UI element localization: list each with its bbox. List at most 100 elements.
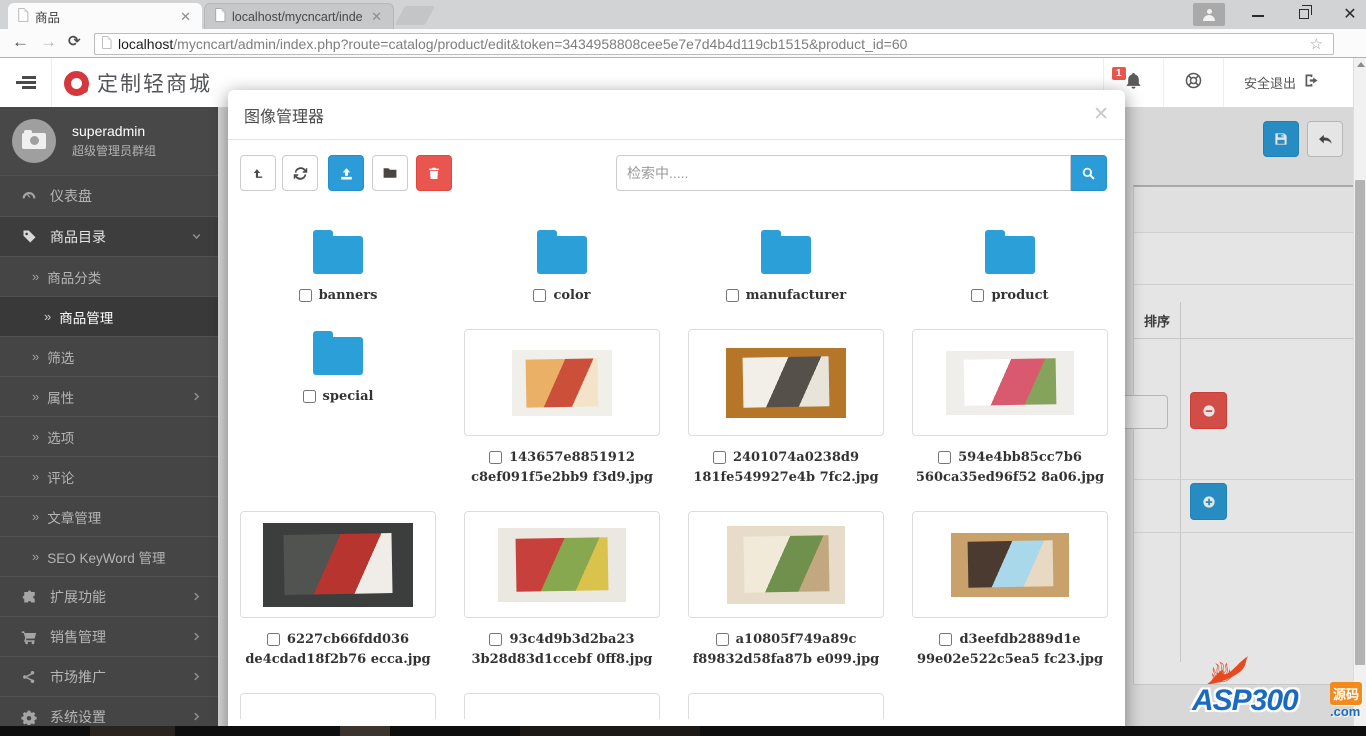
- window-close-button[interactable]: ✕: [1340, 4, 1360, 24]
- sidebar-item-label: 商品管理: [59, 307, 113, 327]
- sidebar: superadmin 超级管理员群组 仪表盘商品目录»商品分类»商品管理»筛选»…: [0, 107, 218, 728]
- back-icon[interactable]: ←: [12, 32, 29, 52]
- sidebar-item-categories[interactable]: »商品分类: [0, 256, 218, 296]
- new-tab-button[interactable]: [395, 6, 435, 25]
- search-input[interactable]: [616, 155, 1071, 191]
- folder-item-special[interactable]: special: [240, 329, 436, 404]
- bookmark-star-icon[interactable]: ☆: [1310, 35, 1323, 53]
- sidebar-item-filters[interactable]: »筛选: [0, 336, 218, 376]
- image-checkbox[interactable]: [489, 451, 502, 464]
- scrollbar-thumb[interactable]: [1355, 180, 1365, 665]
- sidebar-item-attributes[interactable]: »属性: [0, 376, 218, 416]
- folder-checkbox[interactable]: [726, 289, 739, 302]
- modal-close-icon[interactable]: ✕: [1093, 103, 1109, 126]
- image-thumbnail[interactable]: [912, 511, 1108, 618]
- sign-out-icon: [1303, 72, 1320, 94]
- logout-button[interactable]: 安全退出: [1224, 58, 1340, 107]
- url-host: localhost: [118, 36, 173, 52]
- image-item-partial[interactable]: [688, 693, 884, 719]
- forward-icon[interactable]: →: [40, 32, 57, 52]
- image-checkbox[interactable]: [938, 451, 951, 464]
- sidebar-item-marketing[interactable]: 市场推广: [0, 656, 218, 696]
- search-button[interactable]: [1071, 155, 1107, 191]
- folder-item-color[interactable]: color: [464, 228, 660, 303]
- window-maximize-button[interactable]: [1294, 6, 1314, 22]
- image-filename-line1: 2401074a0238d9: [733, 450, 859, 465]
- upload-button[interactable]: [328, 155, 364, 191]
- life-ring-icon: [1184, 71, 1203, 95]
- bell-icon: [1124, 71, 1143, 95]
- sidebar-item-options[interactable]: »选项: [0, 416, 218, 456]
- chevron-right-icon: [191, 629, 202, 645]
- thumbnail-photo: [727, 526, 845, 604]
- folder-item-banners[interactable]: banners: [240, 228, 436, 303]
- image-item[interactable]: 2401074a0238d9181fe549927e4b 7fc2.jpg: [688, 329, 884, 485]
- page-scrollbar[interactable]: [1353, 58, 1366, 736]
- file-grid: banners color manufacturer product special 14…: [240, 228, 1108, 719]
- notification-badge: 1: [1112, 67, 1126, 80]
- refresh-button[interactable]: [282, 155, 318, 191]
- window-minimize-button[interactable]: [1248, 6, 1268, 22]
- new-folder-button[interactable]: [372, 155, 408, 191]
- sidebar-item-products[interactable]: »商品管理: [0, 296, 218, 336]
- watermark-suffix: .com: [1330, 704, 1360, 719]
- image-item[interactable]: 143657e8851912c8ef091f5e2bb9 f3d9.jpg: [464, 329, 660, 485]
- user-name: superadmin: [72, 123, 156, 139]
- image-thumbnail[interactable]: [688, 511, 884, 618]
- url-field[interactable]: localhost/mycncart/admin/index.php?route…: [94, 33, 1334, 55]
- image-thumbnail[interactable]: [464, 511, 660, 618]
- scrollbar-up-icon[interactable]: [1357, 62, 1365, 67]
- sidebar-item-catalog[interactable]: 商品目录: [0, 216, 218, 256]
- image-filename-line1: 594e4bb85cc7b6: [958, 450, 1082, 465]
- parent-directory-button[interactable]: [240, 155, 276, 191]
- browser-profile-icon[interactable]: [1193, 3, 1225, 26]
- folder-checkbox[interactable]: [533, 289, 546, 302]
- browser-tab-inactive[interactable]: localhost/mycncart/inde ✕: [204, 3, 394, 29]
- sidebar-item-articles[interactable]: »文章管理: [0, 496, 218, 536]
- tab-close-icon[interactable]: ✕: [369, 9, 384, 24]
- folder-name: manufacturer: [746, 288, 846, 303]
- image-item[interactable]: 6227cb66fdd036de4cdad18f2b76 ecca.jpg: [240, 511, 436, 667]
- brand-logo[interactable]: 定制轻商城: [64, 66, 212, 100]
- image-checkbox[interactable]: [716, 633, 729, 646]
- reload-icon[interactable]: ⟳: [68, 32, 81, 50]
- folder-item-manufacturer[interactable]: manufacturer: [688, 228, 884, 303]
- image-checkbox[interactable]: [713, 451, 726, 464]
- image-item[interactable]: 93c4d9b3d2ba233b28d83d1ccebf 0ff8.jpg: [464, 511, 660, 667]
- folder-icon: [761, 236, 811, 274]
- sidebar-item-label: 筛选: [47, 347, 74, 367]
- user-panel: superadmin 超级管理员群组: [0, 107, 218, 176]
- image-thumbnail[interactable]: [688, 329, 884, 436]
- image-item[interactable]: 594e4bb85cc7b6560ca35ed96f52 8a06.jpg: [912, 329, 1108, 485]
- sidebar-item-sales[interactable]: 销售管理: [0, 616, 218, 656]
- folder-checkbox[interactable]: [971, 289, 984, 302]
- image-item-partial[interactable]: [464, 693, 660, 719]
- brand-logo-icon: [64, 71, 89, 96]
- image-filename-line1: 93c4d9b3d2ba23: [509, 632, 634, 647]
- folder-item-product[interactable]: product: [912, 228, 1108, 303]
- browser-tab-active[interactable]: 商品 ✕: [8, 3, 202, 29]
- sidebar-item-extensions[interactable]: 扩展功能: [0, 576, 218, 616]
- sidebar-toggle-button[interactable]: [0, 58, 52, 107]
- help-button[interactable]: [1164, 58, 1223, 107]
- image-item[interactable]: a10805f749a89cf89832d58fa87b e099.jpg: [688, 511, 884, 667]
- folder-checkbox[interactable]: [299, 289, 312, 302]
- image-thumbnail[interactable]: [912, 329, 1108, 436]
- tab-close-icon[interactable]: ✕: [178, 9, 193, 24]
- sidebar-item-dashboard[interactable]: 仪表盘: [0, 176, 218, 216]
- image-thumbnail[interactable]: [464, 329, 660, 436]
- sidebar-item-label: 扩展功能: [50, 587, 106, 607]
- thumbnail-photo: [263, 523, 413, 607]
- sidebar-item-seo-keyword[interactable]: »SEO KeyWord 管理: [0, 536, 218, 576]
- image-item[interactable]: d3eefdb2889d1e99e02e522c5ea5 fc23.jpg: [912, 511, 1108, 667]
- image-item-partial[interactable]: [240, 693, 436, 719]
- image-thumbnail[interactable]: [240, 511, 436, 618]
- image-checkbox[interactable]: [939, 633, 952, 646]
- bottom-strip: [0, 726, 1366, 736]
- sidebar-item-reviews[interactable]: »评论: [0, 456, 218, 496]
- folder-checkbox[interactable]: [303, 390, 316, 403]
- delete-button[interactable]: [416, 155, 452, 191]
- image-checkbox[interactable]: [489, 633, 502, 646]
- tab-title: localhost/mycncart/inde: [232, 10, 363, 24]
- image-checkbox[interactable]: [267, 633, 280, 646]
